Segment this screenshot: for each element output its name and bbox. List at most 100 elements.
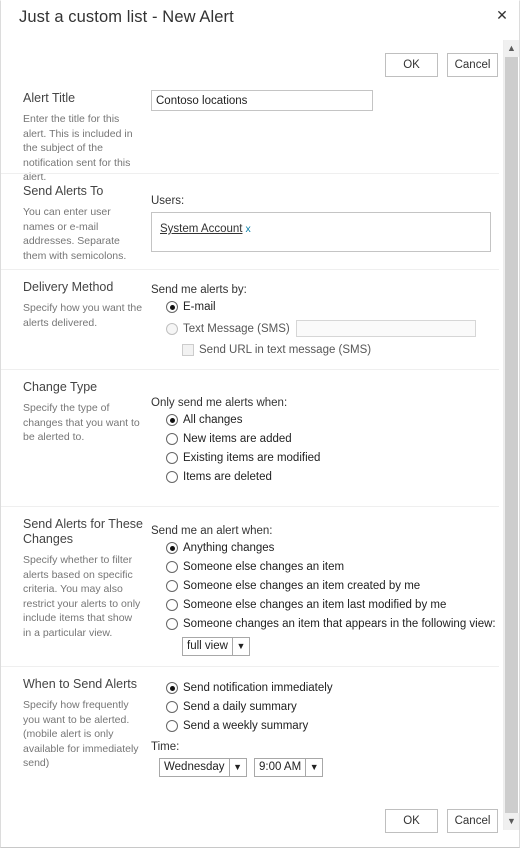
radio-row-anything-changes[interactable]: Anything changes [151, 542, 496, 554]
section-change-type: Change Type Specify the type of changes … [1, 369, 499, 506]
remove-user-icon[interactable]: x [245, 223, 250, 235]
section-body-send-alerts-to: Users: System Account x [151, 195, 496, 252]
chevron-down-icon[interactable]: ▼ [231, 638, 249, 655]
radio-existing-items-label: Existing items are modified [183, 452, 321, 464]
section-alert-title: Alert Title Enter the title for this ale… [1, 81, 499, 183]
radio-new-items-label: New items are added [183, 433, 292, 445]
cancel-button-bottom[interactable]: Cancel [447, 809, 498, 833]
time-select[interactable]: 9:00 AM ▼ [253, 758, 324, 777]
section-title: Alert Title [23, 91, 76, 105]
vertical-scrollbar[interactable]: ▲ ▼ [503, 40, 519, 830]
delivery-method-caption: Send me alerts by: [151, 284, 247, 296]
view-select[interactable]: full view ▼ [182, 637, 250, 656]
radio-row-new-items[interactable]: New items are added [151, 433, 496, 445]
radio-weekly-summary-label: Send a weekly summary [183, 720, 309, 732]
user-chip-label: System Account [160, 223, 243, 235]
section-label-send-alerts-for-changes: Send Alerts for These Changes Specify wh… [23, 517, 143, 640]
alert-title-input[interactable] [151, 90, 373, 111]
section-label-when-to-send-alerts: When to Send Alerts Specify how frequent… [23, 677, 143, 771]
radio-row-item-in-view[interactable]: Someone changes an item that appears in … [151, 618, 496, 630]
section-send-alerts-for-changes: Send Alerts for These Changes Specify wh… [1, 506, 499, 666]
section-when-to-send-alerts: When to Send Alerts Specify how frequent… [1, 666, 499, 796]
chevron-down-icon[interactable]: ▼ [228, 759, 246, 776]
radio-someone-changes-item-label: Someone else changes an item [183, 561, 345, 573]
section-label-alert-title: Alert Title Enter the title for this ale… [23, 91, 143, 185]
chevron-up-icon[interactable]: ▲ [504, 40, 519, 57]
users-label: Users: [151, 195, 185, 207]
section-description: Specify the type of changes that you wan… [23, 402, 140, 443]
section-description: Specify whether to filter alerts based o… [23, 554, 141, 639]
radio-all-changes[interactable] [166, 414, 178, 426]
section-title: Send Alerts for These Changes [23, 517, 143, 546]
radio-item-created-by-me-label: Someone else changes an item created by … [183, 580, 421, 592]
section-label-send-alerts-to: Send Alerts To You can enter user names … [23, 184, 143, 263]
radio-email[interactable] [166, 301, 178, 313]
radio-items-deleted-label: Items are deleted [183, 471, 272, 483]
radio-row-email[interactable]: E-mail [151, 301, 496, 313]
section-description: Specify how frequently you want to be al… [23, 699, 139, 769]
sms-number-input[interactable] [295, 320, 476, 337]
radio-row-item-modified-by-me[interactable]: Someone else changes an item last modifi… [151, 599, 496, 611]
ok-button-bottom[interactable]: OK [385, 809, 438, 833]
bottom-action-bar: OK Cancel [268, 809, 498, 835]
view-select-value: full view [187, 640, 228, 652]
radio-new-items[interactable] [166, 433, 178, 445]
checkbox-send-url[interactable] [182, 344, 194, 356]
section-body-delivery-method: Send me alerts by: E-mail Text Message (… [151, 284, 496, 363]
chevron-down-icon[interactable]: ▼ [305, 759, 323, 776]
radio-row-daily-summary[interactable]: Send a daily summary [151, 701, 496, 713]
radio-anything-changes-label: Anything changes [183, 542, 275, 554]
radio-item-modified-by-me[interactable] [166, 599, 178, 611]
radio-email-label: E-mail [183, 301, 216, 313]
section-body-send-alerts-for-changes: Send me an alert when: Anything changes … [151, 525, 496, 656]
day-select-value: Wednesday [164, 761, 225, 773]
radio-sms-label: Text Message (SMS) [183, 322, 290, 335]
radio-daily-summary-label: Send a daily summary [183, 701, 297, 713]
time-selects-row: Wednesday ▼ 9:00 AM ▼ [151, 758, 496, 777]
section-title: Send Alerts To [23, 184, 104, 198]
day-select[interactable]: Wednesday ▼ [159, 758, 247, 777]
section-description: Specify how you want the alerts delivere… [23, 302, 143, 329]
new-alert-dialog: Just a custom list - New Alert ✕ ▲ ▼ OK … [0, 0, 520, 848]
radio-send-immediately[interactable] [166, 682, 178, 694]
radio-row-existing-items[interactable]: Existing items are modified [151, 452, 496, 464]
radio-item-in-view[interactable] [166, 618, 178, 630]
radio-row-sms[interactable]: Text Message (SMS) [151, 320, 496, 337]
change-type-caption: Only send me alerts when: [151, 397, 288, 409]
users-people-picker[interactable]: System Account x [151, 212, 491, 252]
dialog-content: Alert Title Enter the title for this ale… [1, 1, 499, 848]
checkbox-send-url-label: Send URL in text message (SMS) [199, 344, 372, 356]
section-body-when-to-send-alerts: Send notification immediately Send a dai… [151, 682, 496, 777]
time-label: Time: [151, 741, 180, 753]
scrollbar-thumb[interactable] [505, 57, 518, 813]
radio-row-someone-changes-item[interactable]: Someone else changes an item [151, 561, 496, 573]
view-select-wrap: full view ▼ [151, 637, 496, 656]
radio-item-in-view-label: Someone changes an item that appears in … [183, 618, 496, 630]
section-label-delivery-method: Delivery Method Specify how you want the… [23, 280, 143, 330]
section-body-alert-title [151, 90, 496, 111]
section-send-alerts-to: Send Alerts To You can enter user names … [1, 173, 499, 269]
section-title: Change Type [23, 380, 98, 394]
radio-existing-items[interactable] [166, 452, 178, 464]
section-title: When to Send Alerts [23, 677, 137, 691]
radio-row-send-immediately[interactable]: Send notification immediately [151, 682, 496, 694]
radio-anything-changes[interactable] [166, 542, 178, 554]
radio-items-deleted[interactable] [166, 471, 178, 483]
section-description: You can enter user names or e-mail addre… [23, 206, 127, 262]
radio-row-weekly-summary[interactable]: Send a weekly summary [151, 720, 496, 732]
radio-sms[interactable] [166, 322, 178, 335]
radio-weekly-summary[interactable] [166, 720, 178, 732]
checkbox-row-send-url[interactable]: Send URL in text message (SMS) [151, 344, 496, 356]
chevron-down-icon[interactable]: ▼ [504, 813, 519, 830]
radio-row-items-deleted[interactable]: Items are deleted [151, 471, 496, 483]
radio-send-immediately-label: Send notification immediately [183, 682, 333, 694]
radio-daily-summary[interactable] [166, 701, 178, 713]
section-delivery-method: Delivery Method Specify how you want the… [1, 269, 499, 369]
time-select-value: 9:00 AM [258, 761, 302, 773]
radio-row-item-created-by-me[interactable]: Someone else changes an item created by … [151, 580, 496, 592]
radio-someone-changes-item[interactable] [166, 561, 178, 573]
section-title: Delivery Method [23, 280, 114, 294]
radio-all-changes-label: All changes [183, 414, 243, 426]
radio-item-created-by-me[interactable] [166, 580, 178, 592]
radio-row-all-changes[interactable]: All changes [151, 414, 496, 426]
